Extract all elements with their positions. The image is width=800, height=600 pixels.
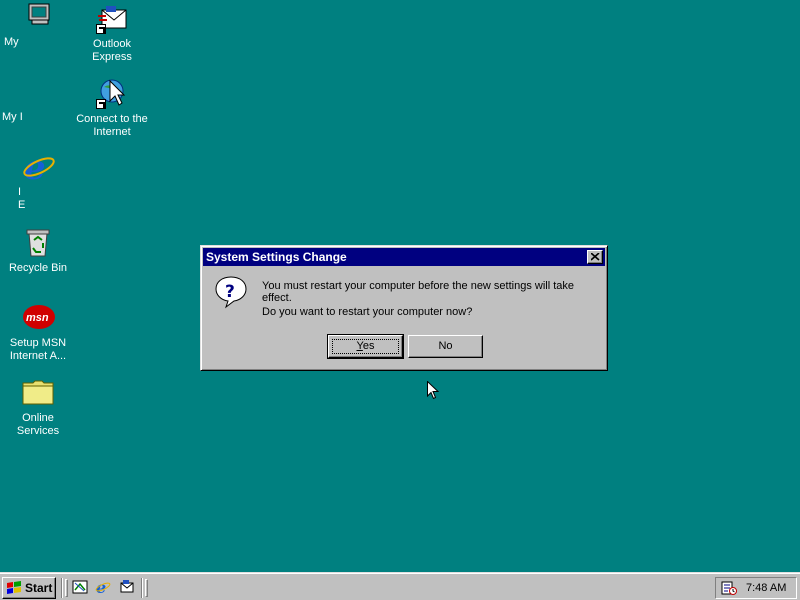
recycle-bin-icon — [22, 226, 54, 258]
yes-button[interactable]: Yes — [327, 334, 404, 359]
dialog-title: System Settings Change — [206, 250, 347, 264]
system-tray: 7:48 AM — [715, 577, 797, 599]
mouse-cursor-icon — [427, 380, 440, 403]
start-label: Start — [25, 581, 53, 595]
svg-text:msn: msn — [26, 312, 49, 324]
internet-explorer-icon: e — [22, 148, 55, 188]
connect-internet-icon — [96, 77, 128, 109]
desktop-icon-label: Outlook Express — [92, 38, 132, 63]
toolbar-grip[interactable] — [65, 579, 68, 597]
msn-logo-icon: msn — [22, 301, 55, 333]
desktop-icon-outlook-express[interactable]: Outlook Express — [74, 2, 150, 64]
dialog-message: You must restart your computer before th… — [262, 280, 575, 304]
taskbar-separator — [61, 578, 63, 598]
focus-rect — [332, 339, 399, 354]
windows-logo-icon — [7, 581, 21, 594]
close-button[interactable] — [587, 250, 603, 264]
start-button[interactable]: Start — [2, 577, 56, 599]
no-label: No — [438, 340, 453, 352]
shortcut-arrow-icon — [96, 24, 106, 34]
desktop-icon-label: My — [4, 36, 19, 48]
desktop-icon-label: My I — [2, 111, 23, 123]
no-button[interactable]: No — [408, 335, 483, 358]
shortcut-arrow-icon — [96, 99, 106, 109]
question-icon: ? — [214, 275, 248, 312]
dialog-question: Do you want to restart your computer now… — [262, 306, 473, 318]
internet-explorer-icon[interactable]: e — [95, 578, 111, 597]
desktop-icon-my-documents[interactable]: My I — [2, 77, 78, 124]
taskbar-separator — [141, 578, 143, 598]
outlook-express-icon[interactable] — [118, 579, 134, 595]
my-computer-icon — [26, 2, 58, 34]
my-documents-icon — [24, 77, 56, 109]
desktop-icon-label: Connect to the Internet — [76, 113, 148, 138]
desktop-icon-label: I E — [18, 186, 26, 211]
desktop-icon-my-computer[interactable]: My — [4, 2, 80, 49]
task-scheduler-icon[interactable] — [721, 580, 737, 596]
folder-icon — [22, 376, 54, 408]
desktop-icon-label: Recycle Bin — [8, 262, 68, 274]
clock[interactable]: 7:48 AM — [746, 578, 786, 598]
dialog-titlebar[interactable]: System Settings Change — [203, 248, 605, 266]
desktop-icon-setup-msn[interactable]: msn Setup MSN Internet A... — [0, 301, 76, 363]
desktop-icon-internet-explorer[interactable]: e I E — [4, 148, 80, 212]
svg-text:?: ? — [225, 282, 235, 302]
system-settings-change-dialog: System Settings Change ? You must restar… — [200, 245, 608, 371]
dialog-body: ? You must restart your computer before … — [203, 266, 605, 366]
close-icon — [591, 253, 600, 261]
desktop-icon-label: Online Services — [16, 412, 60, 437]
desktop-icon-connect-internet[interactable]: Connect to the Internet — [74, 77, 150, 139]
toolbar-grip[interactable] — [145, 579, 148, 597]
desktop-icon-recycle-bin[interactable]: Recycle Bin — [0, 226, 76, 275]
desktop-icon-online-services[interactable]: Online Services — [0, 376, 76, 438]
taskbar: Start e 7:48 AM — [0, 572, 800, 600]
outlook-express-icon — [96, 2, 128, 34]
desktop-icon-label: Setup MSN Internet A... — [9, 337, 67, 362]
show-desktop-icon[interactable] — [72, 579, 88, 595]
